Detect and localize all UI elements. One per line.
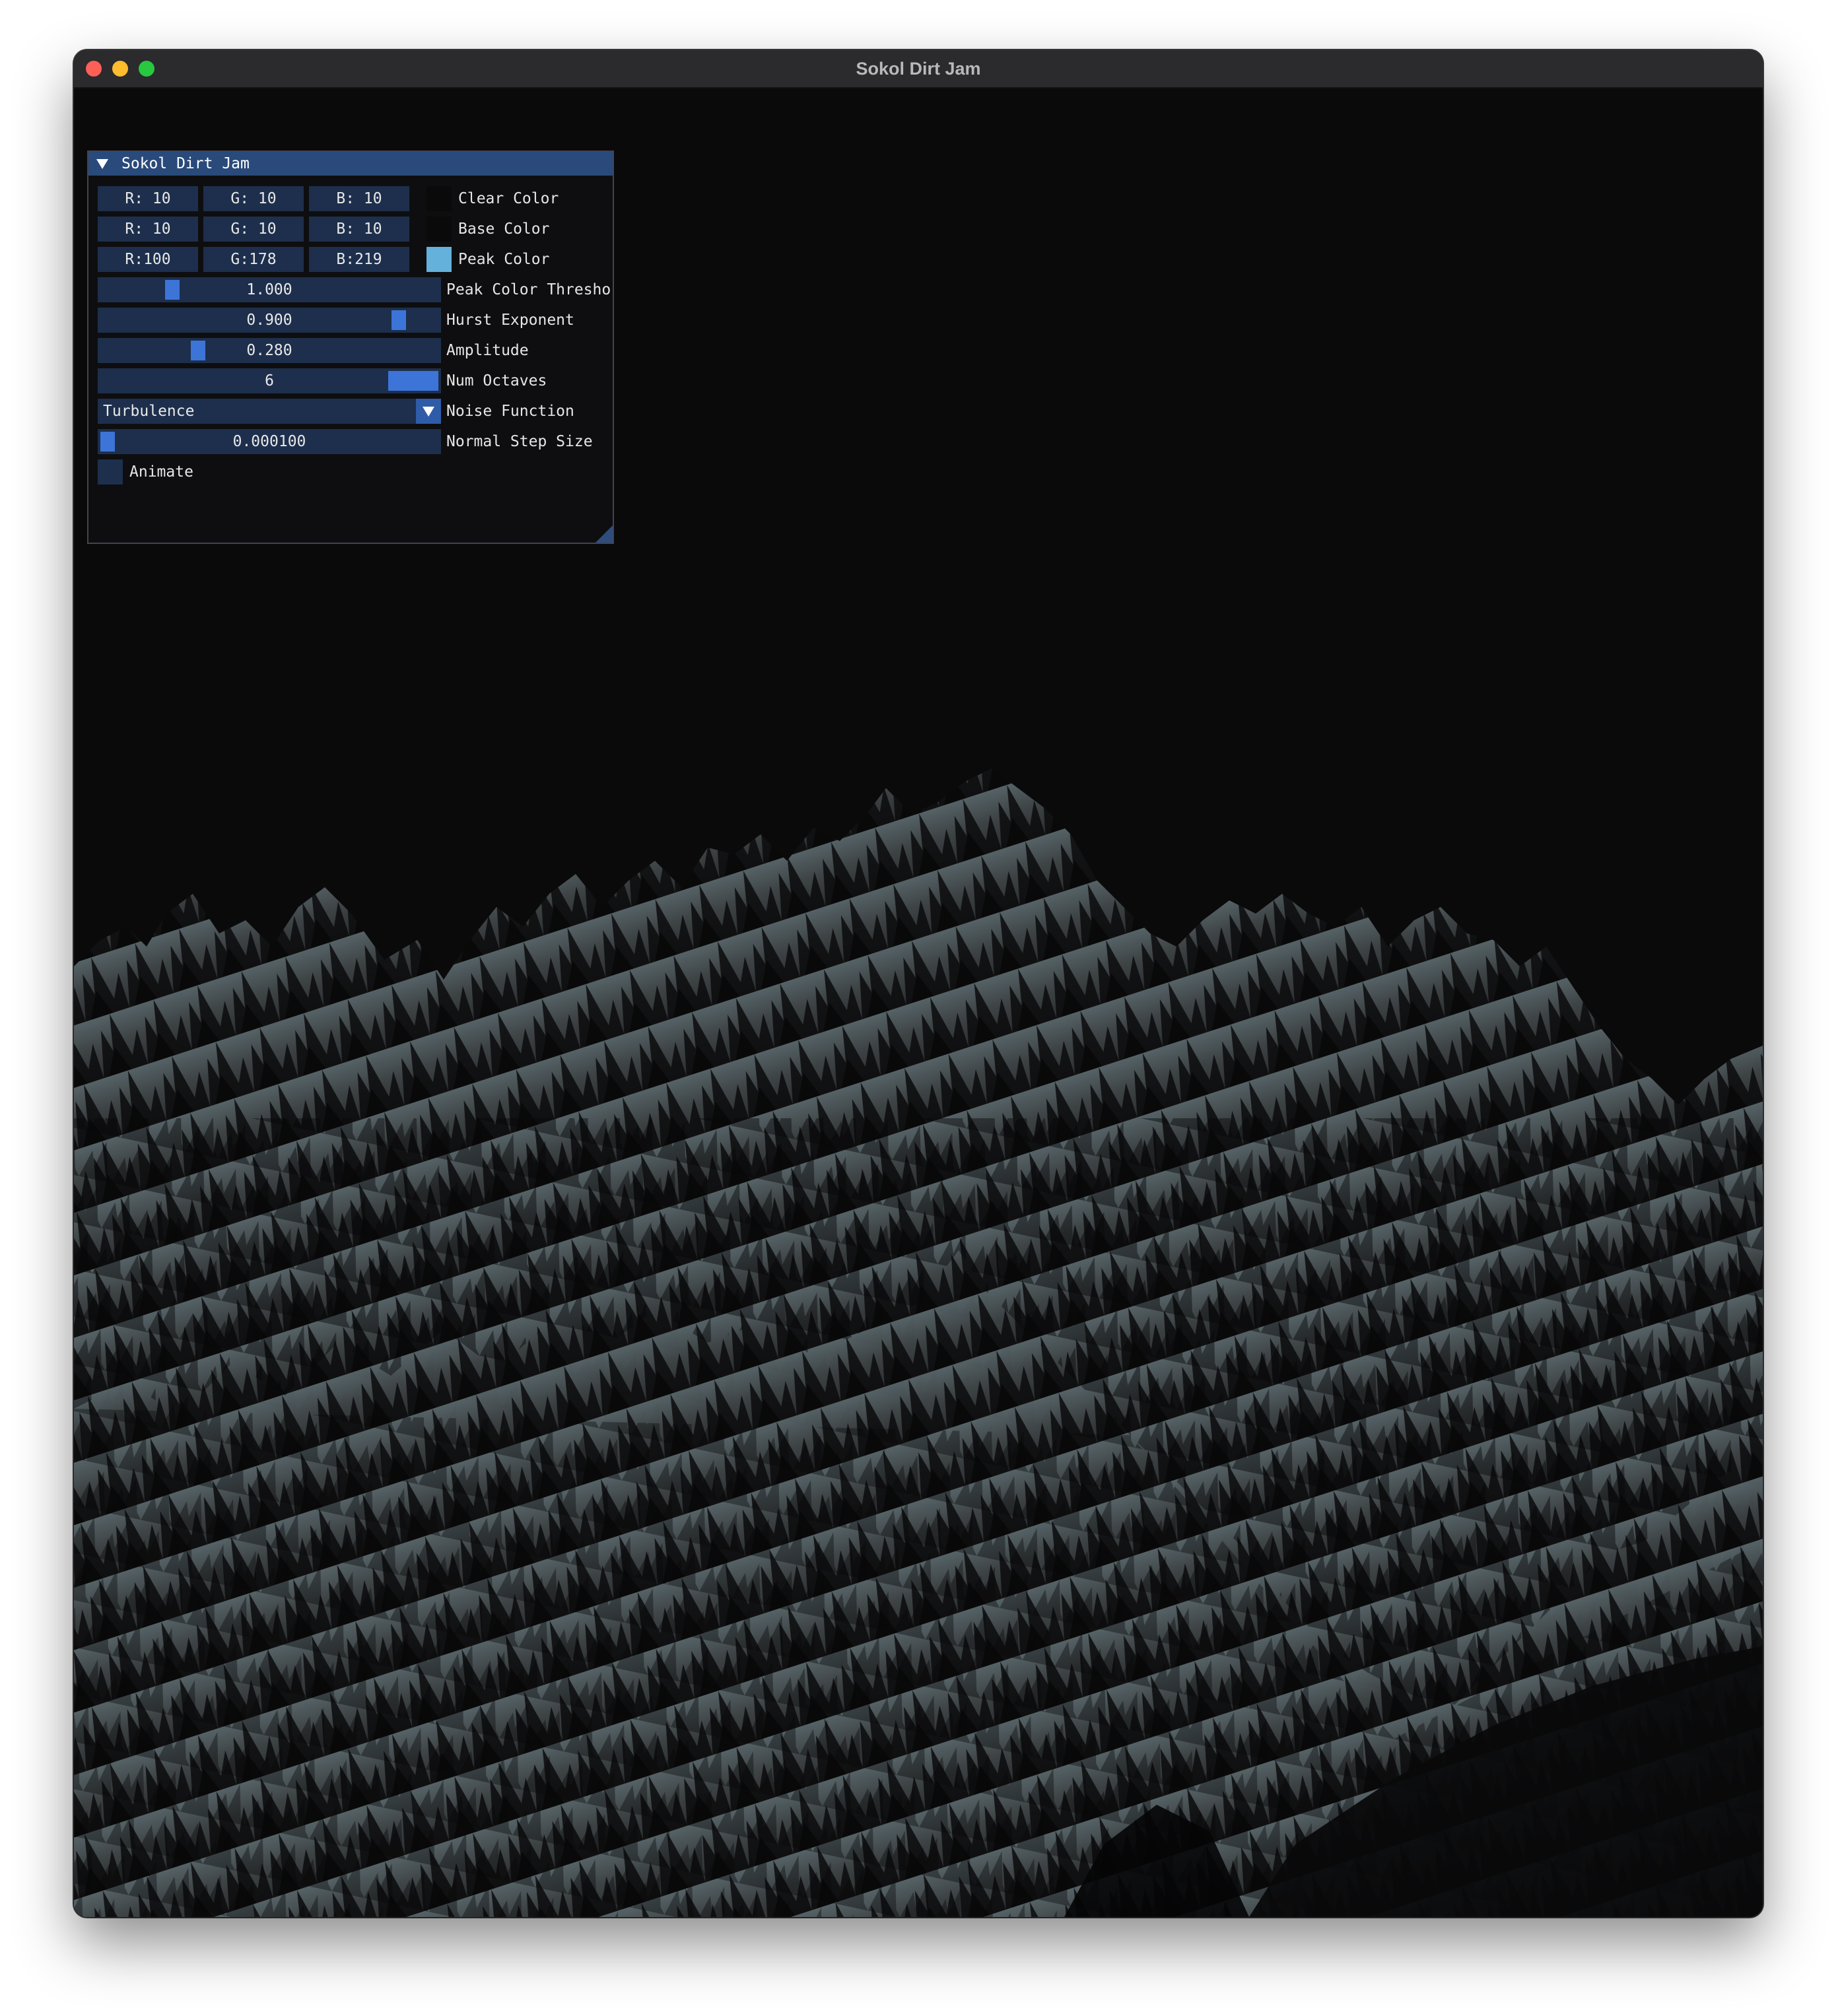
noise-function-row: Turbulence Noise Function <box>98 399 613 424</box>
slider-value: 0.900 <box>246 312 292 329</box>
base-color-swatch[interactable] <box>426 217 452 242</box>
base-color-r-field[interactable]: R: 10 <box>98 217 198 242</box>
title-bar[interactable]: Sokol Dirt Jam <box>74 50 1763 88</box>
clear-color-label: Clear Color <box>458 190 559 207</box>
clear-color-g-field[interactable]: G: 10 <box>203 186 304 211</box>
peak-color-label: Peak Color <box>458 251 550 268</box>
hurst-exponent-slider[interactable]: 0.900 <box>98 308 441 333</box>
peak-color-g-field[interactable]: G:178 <box>203 247 304 272</box>
combo-button[interactable] <box>416 399 441 424</box>
clear-color-b-field[interactable]: B: 10 <box>309 186 409 211</box>
base-color-label: Base Color <box>458 220 550 238</box>
imgui-panel[interactable]: Sokol Dirt Jam R: 10 G: 10 B: 10 Clear C… <box>87 151 614 544</box>
noise-function-label: Noise Function <box>446 403 574 420</box>
hurst-exponent-row: 0.900 Hurst Exponent <box>98 308 613 333</box>
peak-color-threshold-row: 1.000 Peak Color Thresho <box>98 277 613 302</box>
app-window: Sokol Dirt Jam Sokol Dirt Jam R: 10 G: 1… <box>74 50 1763 1917</box>
panel-title: Sokol Dirt Jam <box>121 155 250 172</box>
peak-color-r-field[interactable]: R:100 <box>98 247 198 272</box>
render-viewport[interactable]: Sokol Dirt Jam R: 10 G: 10 B: 10 Clear C… <box>74 88 1763 1917</box>
clear-color-swatch[interactable] <box>426 186 452 211</box>
peak-color-swatch[interactable] <box>426 247 452 272</box>
animate-row: Animate <box>98 459 362 485</box>
peak-color-b-field[interactable]: B:219 <box>309 247 409 272</box>
clear-color-r-field[interactable]: R: 10 <box>98 186 198 211</box>
amplitude-slider[interactable]: 0.280 <box>98 338 441 363</box>
normal-step-size-row: 0.000100 Normal Step Size <box>98 429 613 454</box>
slider-value: 0.000100 <box>232 433 306 450</box>
slider-value: 6 <box>265 372 274 389</box>
num-octaves-label: Num Octaves <box>446 372 547 389</box>
slider-value: 0.280 <box>246 342 292 359</box>
noise-function-combo[interactable]: Turbulence <box>98 399 441 424</box>
chevron-down-icon <box>423 407 434 417</box>
slider-value: 1.000 <box>246 281 292 298</box>
base-color-b-field[interactable]: B: 10 <box>309 217 409 242</box>
num-octaves-slider[interactable]: 6 <box>98 368 441 393</box>
resize-grip[interactable] <box>596 525 613 543</box>
animate-label: Animate <box>129 463 193 481</box>
peak-color-threshold-slider[interactable]: 1.000 <box>98 277 441 302</box>
hurst-exponent-label: Hurst Exponent <box>446 312 574 329</box>
normal-step-size-label: Normal Step Size <box>446 433 593 450</box>
base-color-g-field[interactable]: G: 10 <box>203 217 304 242</box>
peak-color-threshold-label: Peak Color Thresho <box>446 281 611 298</box>
window-title: Sokol Dirt Jam <box>856 59 981 79</box>
amplitude-label: Amplitude <box>446 342 529 359</box>
collapse-arrow-icon[interactable] <box>96 158 108 169</box>
animate-checkbox[interactable] <box>98 459 123 485</box>
panel-header[interactable]: Sokol Dirt Jam <box>88 152 613 176</box>
num-octaves-row: 6 Num Octaves <box>98 368 613 393</box>
amplitude-row: 0.280 Amplitude <box>98 338 613 363</box>
normal-step-size-slider[interactable]: 0.000100 <box>98 429 441 454</box>
combo-value: Turbulence <box>103 403 195 420</box>
